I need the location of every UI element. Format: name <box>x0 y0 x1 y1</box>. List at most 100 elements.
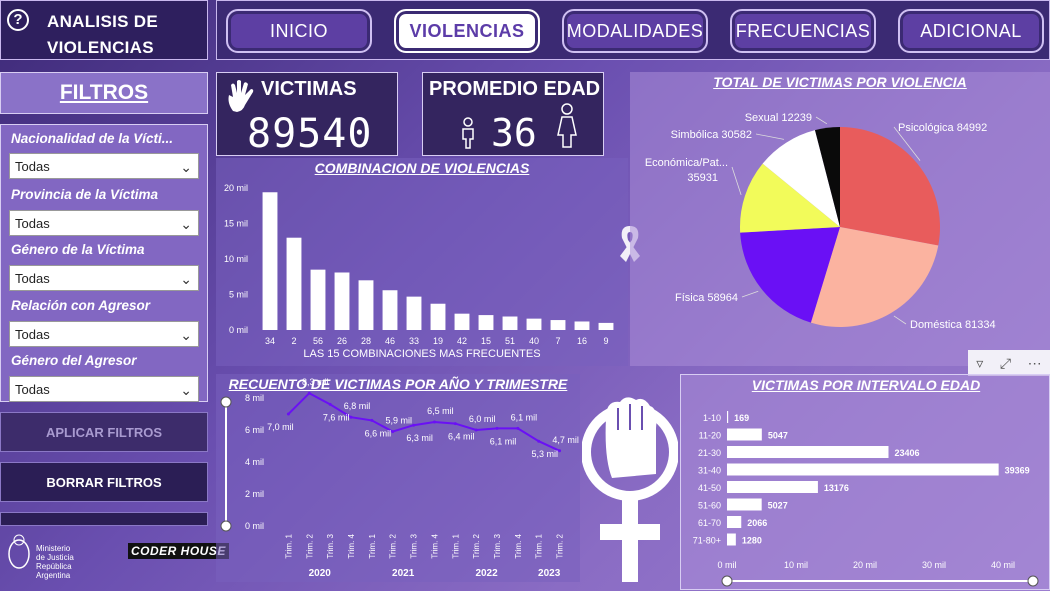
data-point <box>370 418 374 422</box>
slice-label: Doméstica 81334 <box>910 319 996 331</box>
bar <box>406 296 422 330</box>
x-tick-label: Trim. 2 <box>472 533 481 558</box>
victims-kpi: VICTIMAS 89540 <box>216 72 398 157</box>
filter-nacionalidad-select[interactable]: Todas ⌄ <box>9 153 199 179</box>
pie-slice <box>840 127 940 246</box>
bar <box>382 290 398 330</box>
data-point <box>349 415 353 419</box>
bar <box>310 269 326 330</box>
x-tick-label: 30 mil <box>922 560 946 570</box>
data-point <box>412 423 416 427</box>
tab-inicio[interactable]: INICIO <box>226 9 372 53</box>
victims-value: 89540 <box>247 111 373 157</box>
leader-line <box>893 315 907 325</box>
pie-chart-card: TOTAL DE VICTIMAS POR VIOLENCIA Psicológ… <box>630 72 1050 366</box>
x-tick-label: 28 <box>361 336 371 346</box>
filter-value: Todas <box>15 382 50 397</box>
tab-adicional[interactable]: ADICIONAL <box>898 9 1044 53</box>
range-slider-handle <box>220 396 232 408</box>
x-axis-label: LAS 15 COMBINACIONES MAS FRECUENTES <box>303 348 541 360</box>
question-icon[interactable]: ? <box>7 9 29 31</box>
app-header: ? ANALISIS DE VIOLENCIAS <box>0 0 208 60</box>
data-point <box>453 422 457 426</box>
chevron-down-icon: ⌄ <box>180 382 192 398</box>
y-tick-label: 4 mil <box>245 457 264 467</box>
filter-label: Género de la Víctima <box>11 242 145 257</box>
quarterly-line-chart: 0 mil 2 mil 4 mil 6 mil 8 mil 7,0 mil Trim. 1 8… <box>220 377 579 579</box>
bar <box>502 316 518 330</box>
category-label: 61-70 <box>698 518 721 528</box>
data-label: 6,6 mil <box>365 428 392 438</box>
data-point <box>307 391 311 395</box>
data-point <box>516 426 520 430</box>
y-tick-label: 10 mil <box>224 254 248 264</box>
focus-mode-icon[interactable]: ⤢ <box>1000 355 1011 372</box>
range-slider-handle <box>1027 575 1039 587</box>
data-label: 4,7 mil <box>552 435 579 445</box>
filter-genero-victima-select[interactable]: Todas ⌄ <box>9 265 199 291</box>
data-point <box>286 412 290 416</box>
chevron-down-icon: ⌄ <box>180 216 192 232</box>
coat-of-arms-icon <box>8 534 30 569</box>
data-point <box>328 402 332 406</box>
filter-label: Nacionalidad de la Vícti... <box>11 131 174 146</box>
clear-filters-button[interactable]: BORRAR FILTROS <box>0 462 208 502</box>
chevron-down-icon: ⌄ <box>180 327 192 343</box>
filter-genero-agresor-select[interactable]: Todas ⌄ <box>9 376 199 402</box>
age-label: PROMEDIO EDAD <box>429 78 601 100</box>
data-label: 169 <box>734 413 749 423</box>
tab-frecuencias[interactable]: FRECUENCIAS <box>730 9 876 53</box>
bar <box>454 313 470 330</box>
filter-value: Todas <box>15 327 50 342</box>
data-label: 5027 <box>768 501 788 511</box>
x-tick-label: Trim. 3 <box>493 533 502 558</box>
data-label: 6,3 mil <box>406 433 433 443</box>
coderhouse-logo: CODER HOUSE <box>128 543 229 559</box>
x-tick-label: 51 <box>505 336 515 346</box>
bar <box>727 533 736 546</box>
y-tick-label: 5 mil <box>229 290 248 300</box>
year-label: 2021 <box>392 568 415 579</box>
x-tick-label: Trim. 2 <box>389 533 398 558</box>
x-tick-label: 40 mil <box>991 560 1015 570</box>
tab-modalidades[interactable]: MODALIDADES <box>562 9 708 53</box>
male-icon <box>462 117 474 149</box>
filter-relacion-select[interactable]: Todas ⌄ <box>9 321 199 347</box>
category-label: 51-60 <box>698 501 721 511</box>
bar <box>358 280 374 330</box>
data-label: 5,3 mil <box>531 449 558 459</box>
x-tick-label: Trim. 3 <box>326 533 335 558</box>
ministry-logo: Ministerio de Justicia República Argentin… <box>6 532 80 580</box>
x-tick-label: 9 <box>603 336 608 346</box>
more-options-icon[interactable]: ⋯ <box>1028 355 1042 372</box>
filter-provincia-select[interactable]: Todas ⌄ <box>9 210 199 236</box>
tab-label: ADICIONAL <box>920 20 1022 41</box>
category-label: 11-20 <box>699 431 721 441</box>
hand-icon <box>228 80 254 112</box>
chevron-down-icon: ⌄ <box>180 159 192 175</box>
tab-label: MODALIDADES <box>566 20 704 41</box>
divider-bar <box>0 512 208 526</box>
apply-filters-button[interactable]: APLICAR FILTROS <box>0 412 208 452</box>
tab-label: INICIO <box>269 20 328 41</box>
age-kpi: PROMEDIO EDAD 36 <box>422 72 604 156</box>
filter-label: Relación con Agresor <box>11 298 151 313</box>
x-tick-label: Trim. 2 <box>305 533 314 558</box>
filter-icon[interactable]: ▿ <box>976 355 983 372</box>
slice-label: Económica/Pat... <box>645 157 728 169</box>
data-point <box>474 428 478 432</box>
bar <box>262 192 278 330</box>
x-tick-label: 34 <box>265 336 275 346</box>
data-label: 6,8 mil <box>344 401 371 411</box>
year-label: 2023 <box>538 568 561 579</box>
bar <box>598 322 614 330</box>
x-tick-label: 33 <box>409 336 419 346</box>
category-label: 71-80+ <box>693 536 721 546</box>
x-tick-label: 40 <box>529 336 539 346</box>
bar <box>526 318 542 330</box>
data-label: 8,3 mil <box>302 377 329 387</box>
tab-violencias[interactable]: VIOLENCIAS <box>394 9 540 53</box>
data-point <box>495 426 499 430</box>
data-label: 23406 <box>895 448 920 458</box>
x-tick-label: Trim. 3 <box>410 533 419 558</box>
